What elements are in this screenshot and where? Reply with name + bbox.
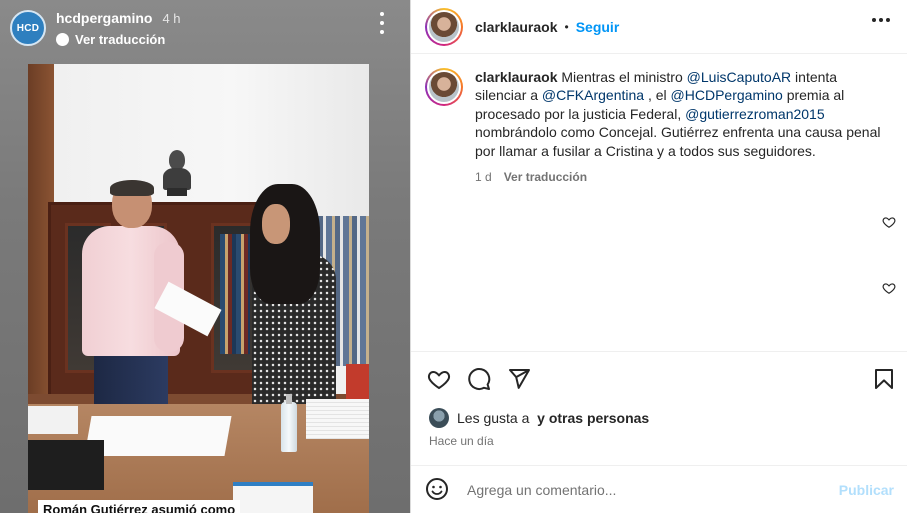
action-bar [411,351,907,401]
more-options-icon[interactable] [872,18,890,22]
story-meta: hcdpergamino 4 h Ver traducción [56,10,181,47]
likes-summary: Les gusta a y otras personas [429,408,649,428]
notepad [28,440,104,490]
separator-dot: • [564,19,569,34]
story-caption: Román Gutiérrez asumió como [38,500,241,513]
follow-button[interactable]: Seguir [576,19,620,35]
mention-link[interactable]: @LuisCaputoAR [687,69,792,85]
author-avatar[interactable] [425,7,463,46]
story-avatar[interactable]: HCD [10,10,46,46]
instagram-window: HCD hcdpergamino 4 h Ver traducción Romá… [0,0,907,513]
caption-text: clarklauraok Mientras el ministro @LuisC… [475,69,881,159]
caption-meta: 1 d Ver traducción [475,168,885,186]
story-panel: HCD hcdpergamino 4 h Ver traducción Romá… [0,0,410,513]
story-timestamp: 4 h [162,10,181,26]
mention-link[interactable]: @gutierrezroman2015 [685,106,825,122]
liker-avatar[interactable] [429,408,449,428]
post-header: clarklauraok • Seguir [411,0,907,54]
sanitizer-bottle [281,394,297,452]
post-time-ago: Hace un día [429,434,494,448]
comment-like-icon[interactable] [882,281,896,295]
comment-input[interactable] [467,481,839,498]
comment-icon[interactable] [467,367,491,391]
likes-others-link[interactable]: y otras personas [537,410,649,426]
heart-icon[interactable] [427,367,451,391]
author-username[interactable]: clarklauraok [475,19,558,35]
share-icon[interactable] [507,367,531,391]
globe-icon [56,32,69,46]
likes-prefix: Les gusta a [457,410,530,426]
post-panel: clarklauraok • Seguir clarklauraok Mient… [410,0,907,513]
mention-link[interactable]: @HCDPergamino [671,87,783,103]
story-translate-label: Ver traducción [75,31,166,47]
story-translate-button[interactable]: Ver traducción [56,32,181,47]
comment-like-icon[interactable] [882,215,896,229]
comment-composer: Publicar [411,465,907,513]
emoji-icon[interactable] [425,477,451,503]
caption-translate-button[interactable]: Ver traducción [504,168,587,186]
caption-age: 1 d [475,170,492,185]
bookmark-icon[interactable] [872,367,896,391]
caption-username[interactable]: clarklauraok [475,69,558,85]
story-header: HCD hcdpergamino 4 h Ver traducción [0,0,410,56]
mention-link[interactable]: @CFKArgentina [542,87,644,103]
publish-button[interactable]: Publicar [839,482,894,498]
more-options-icon[interactable] [372,12,392,34]
story-username[interactable]: hcdpergamino [56,10,152,26]
post-caption: clarklauraok Mientras el ministro @LuisC… [425,68,895,186]
caption-avatar[interactable] [425,68,463,106]
story-photo [28,64,369,513]
